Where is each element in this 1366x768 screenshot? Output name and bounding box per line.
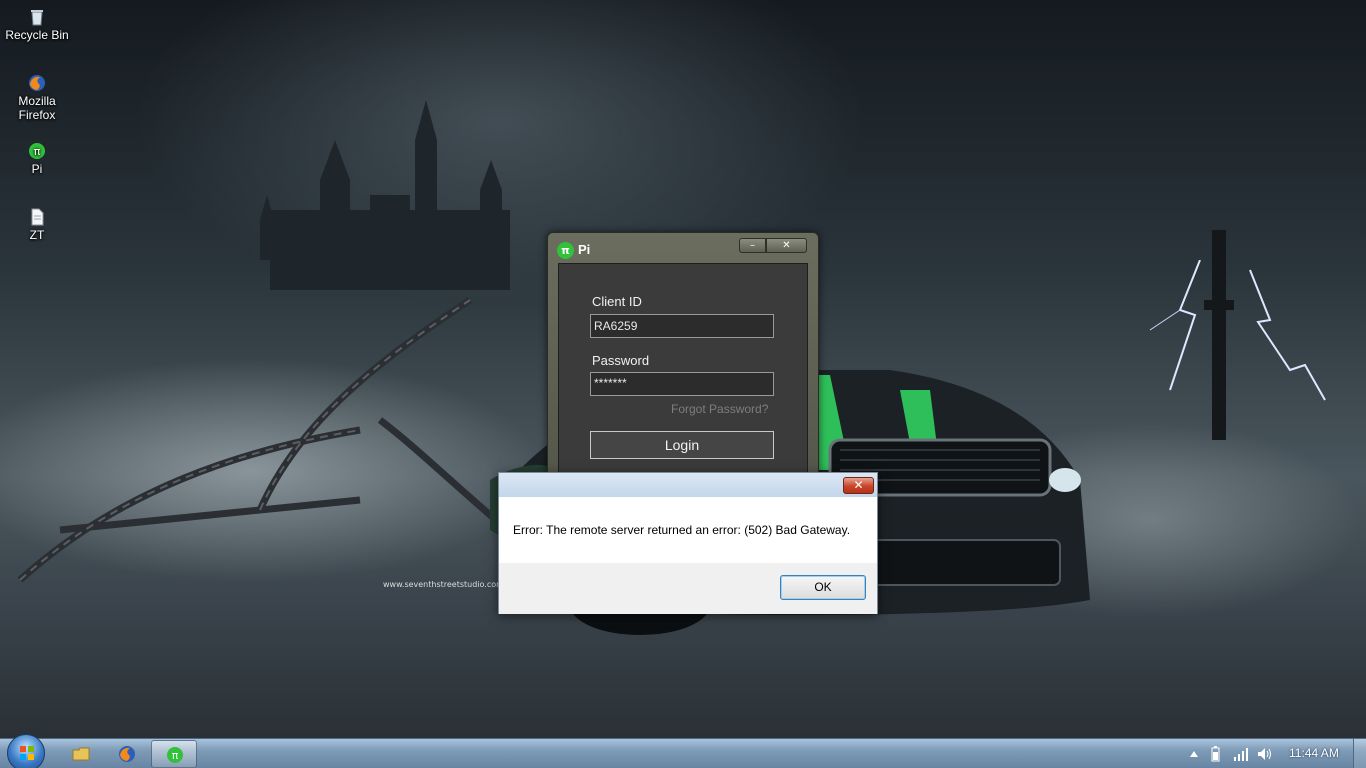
ok-button[interactable]: OK [780, 575, 866, 600]
taskbar-button-file-explorer[interactable] [58, 740, 104, 768]
battery-icon[interactable] [1211, 746, 1220, 762]
volume-icon[interactable] [1257, 747, 1273, 761]
lightning-bolt [1149, 260, 1326, 401]
desktop-icon-recycle-bin[interactable]: Recycle Bin [0, 8, 74, 42]
windows-logo-icon [20, 746, 34, 760]
file-explorer-icon [72, 747, 90, 761]
recycle-bin-icon [31, 10, 43, 26]
wallpaper-watermark: www.seventhstreetstudio.com [383, 580, 504, 589]
error-dialog-footer: OK [499, 563, 877, 614]
error-dialog-titlebar[interactable]: ✕ [499, 473, 877, 497]
error-dialog-content: Error: The remote server returned an err… [499, 497, 877, 563]
desktop-icon-zt[interactable]: ZT [0, 208, 74, 242]
desktop-icon-mozilla-firefox[interactable]: Mozilla Firefox [0, 74, 74, 122]
desktop-icon-label: Mozilla Firefox [18, 94, 56, 122]
taskbar: π 11:44 AM [0, 734, 1366, 768]
taskbar-button-pi[interactable]: π [151, 740, 197, 768]
pi-login-window: π Pi – ✕ Client ID Password ******* Forg… [547, 232, 819, 476]
document-icon [31, 208, 44, 226]
desktop-icon-label: Pi [31, 162, 43, 176]
taskbar-clock[interactable]: 11:44 AM [1289, 746, 1339, 760]
desktop-icon-label: ZT [29, 228, 45, 242]
error-dialog: ✕ Error: The remote server returned an e… [498, 472, 878, 614]
firefox-icon [29, 75, 45, 91]
svg-text:π: π [172, 749, 179, 762]
show-hidden-icons-arrow-icon[interactable] [1189, 750, 1199, 758]
pi-login-form: Client ID Password ******* Forgot Passwo… [558, 263, 808, 475]
error-message: Error: The remote server returned an err… [513, 523, 851, 537]
close-button[interactable]: ✕ [766, 238, 807, 253]
network-signal-icon[interactable] [1233, 747, 1249, 761]
start-button[interactable] [7, 734, 45, 768]
desktop-icon-pi[interactable]: π Pi [0, 142, 74, 176]
svg-text:π: π [34, 145, 41, 158]
forgot-password-link[interactable]: Forgot Password? [671, 402, 768, 416]
pi-window-titlebar[interactable]: π Pi – ✕ [548, 233, 818, 263]
pi-app-icon: π [29, 143, 45, 159]
taskbar-button-firefox[interactable] [104, 740, 150, 768]
pi-app-icon: π [167, 747, 183, 763]
castle-silhouette [260, 100, 510, 290]
firefox-icon [119, 746, 135, 762]
password-label: Password [592, 353, 650, 368]
minimize-button[interactable]: – [739, 238, 766, 253]
client-id-input[interactable] [590, 314, 774, 338]
dialog-close-button[interactable]: ✕ [843, 477, 874, 494]
client-id-label: Client ID [592, 294, 642, 309]
show-desktop-button[interactable] [1353, 739, 1366, 768]
password-input[interactable]: ******* [590, 372, 774, 396]
login-button[interactable]: Login [590, 431, 774, 459]
pi-window-title: Pi [578, 242, 591, 257]
desktop-icon-label: Recycle Bin [5, 28, 69, 42]
pi-logo-icon: π [557, 242, 574, 259]
